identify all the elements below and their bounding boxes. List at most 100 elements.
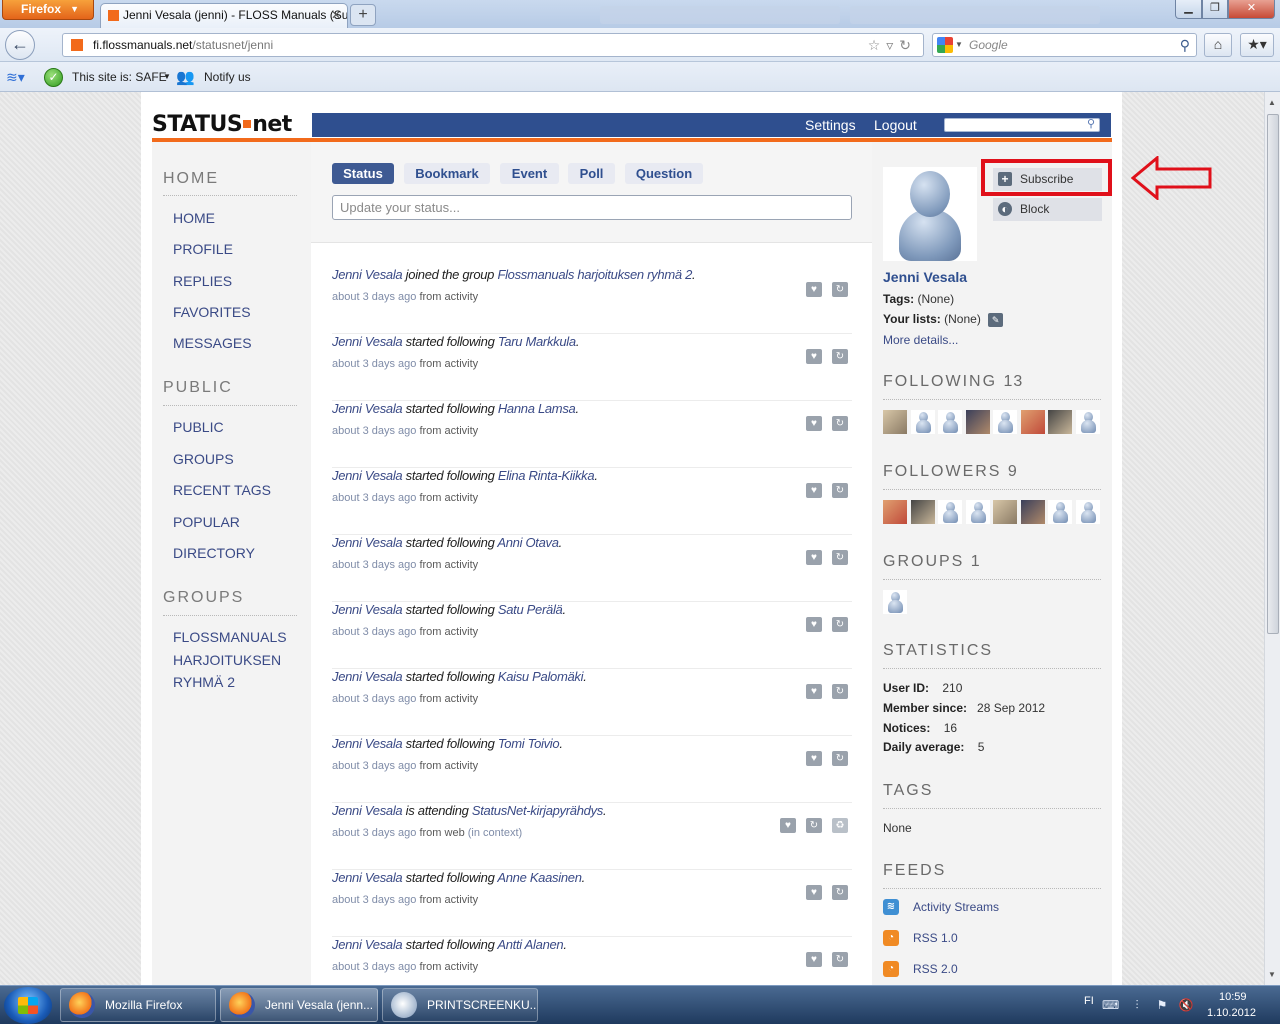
clock-time[interactable]: 10:59: [1219, 991, 1247, 1003]
taskbar-item-firefox[interactable]: Mozilla Firefox: [60, 988, 216, 1022]
google-icon[interactable]: [937, 37, 953, 53]
chevron-down-icon[interactable]: ▼: [163, 62, 171, 92]
feed-rss-2[interactable]: ◔ RSS 2.0: [883, 961, 958, 977]
notice-object-link[interactable]: Elina Rinta-Kiikka: [498, 468, 595, 483]
repeat-icon[interactable]: ↻: [806, 818, 822, 833]
nav-link-favorites[interactable]: FAVORITES: [173, 301, 251, 323]
member-avatar[interactable]: [1075, 410, 1100, 434]
search-icon[interactable]: ⚲: [1087, 117, 1095, 130]
feed-rss-1[interactable]: ◔ RSS 1.0: [883, 930, 958, 946]
notice-object-link[interactable]: Tomi Toivio: [498, 736, 560, 751]
notice-timestamp-link[interactable]: about 3 days ago: [332, 894, 416, 906]
nav-link-recent-tags[interactable]: RECENT TAGS: [173, 479, 271, 501]
favorite-heart-icon[interactable]: ♥: [806, 684, 822, 699]
taskbar-item-paint[interactable]: PRINTSCREENKU...: [382, 988, 538, 1022]
site-identity-icon[interactable]: [71, 39, 83, 51]
block-button[interactable]: ◐ Block: [993, 198, 1102, 221]
clock-date[interactable]: 1.10.2012: [1207, 1007, 1256, 1019]
home-button[interactable]: ⌂: [1204, 33, 1232, 57]
member-avatar[interactable]: [1048, 500, 1072, 524]
background-tab[interactable]: [600, 6, 840, 24]
settings-link[interactable]: Settings: [805, 113, 856, 137]
notice-actor-link[interactable]: Jenni Vesala: [332, 468, 403, 483]
member-avatar[interactable]: [938, 500, 962, 524]
site-search-input[interactable]: ⚲: [944, 118, 1100, 132]
notice-timestamp-link[interactable]: about 3 days ago: [332, 291, 416, 303]
member-avatar[interactable]: [1048, 410, 1072, 434]
member-avatar[interactable]: [1075, 500, 1100, 524]
repeat-icon[interactable]: ↻: [832, 952, 848, 967]
bookmark-star-reload-icons[interactable]: ☆▿↻: [868, 34, 917, 56]
network-icon[interactable]: ⫶: [1129, 998, 1145, 1012]
notice-timestamp-link[interactable]: about 3 days ago: [332, 760, 416, 772]
member-avatar[interactable]: [938, 410, 962, 434]
group-avatar[interactable]: [883, 590, 907, 614]
scrollbar-thumb[interactable]: [1267, 114, 1279, 634]
notice-object-link[interactable]: Anne Kaasinen: [497, 870, 582, 885]
bookmarks-button[interactable]: ★▾: [1240, 33, 1274, 57]
people-icon[interactable]: 👥: [176, 68, 198, 87]
member-avatar[interactable]: [910, 500, 935, 524]
new-tab-button[interactable]: +: [350, 4, 376, 26]
nav-link-directory[interactable]: DIRECTORY: [173, 542, 255, 564]
favorite-heart-icon[interactable]: ♥: [806, 282, 822, 297]
member-avatar[interactable]: [883, 410, 907, 434]
nav-link-groups[interactable]: GROUPS: [173, 448, 234, 470]
notice-actor-link[interactable]: Jenni Vesala: [332, 803, 403, 818]
start-button[interactable]: [4, 987, 52, 1024]
logout-link[interactable]: Logout: [874, 113, 917, 137]
nav-link-messages[interactable]: MESSAGES: [173, 332, 252, 354]
nav-link-replies[interactable]: REPLIES: [173, 270, 232, 292]
repeat-icon[interactable]: ↻: [832, 684, 848, 699]
favorite-heart-icon[interactable]: ♥: [806, 751, 822, 766]
nav-link-home[interactable]: HOME: [173, 207, 215, 229]
notice-object-link[interactable]: Satu Perälä: [498, 602, 563, 617]
chevron-down-icon[interactable]: ▼: [955, 34, 963, 56]
nav-link-public[interactable]: PUBLIC: [173, 416, 224, 438]
notice-actor-link[interactable]: Jenni Vesala: [332, 334, 403, 349]
notify-us-link[interactable]: Notify us: [204, 62, 251, 92]
nav-link-popular[interactable]: POPULAR: [173, 511, 240, 533]
notice-object-link[interactable]: Kaisu Palomäki: [498, 669, 584, 684]
maximize-button[interactable]: ❐: [1202, 0, 1228, 19]
notice-object-link[interactable]: StatusNet-kirjapyrähdys: [472, 803, 603, 818]
repeat-icon[interactable]: ↻: [832, 885, 848, 900]
notice-actor-link[interactable]: Jenni Vesala: [332, 669, 403, 684]
avatar[interactable]: [883, 167, 977, 261]
notice-timestamp-link[interactable]: about 3 days ago: [332, 559, 416, 571]
nav-link-group[interactable]: HARJOITUKSEN: [173, 649, 281, 671]
check-icon[interactable]: ✓: [44, 68, 63, 87]
back-button[interactable]: ←: [5, 30, 35, 60]
favorite-heart-icon[interactable]: ♥: [806, 885, 822, 900]
notice-timestamp-link[interactable]: about 3 days ago: [332, 626, 416, 638]
member-avatar[interactable]: [965, 410, 990, 434]
notice-actor-link[interactable]: Jenni Vesala: [332, 535, 403, 550]
minimize-button[interactable]: ▁: [1175, 0, 1202, 19]
site-safety-label[interactable]: This site is: SAFE: [72, 62, 167, 92]
page-scrollbar[interactable]: ▲ ▼: [1264, 92, 1280, 985]
member-avatar[interactable]: [910, 410, 935, 434]
background-tab[interactable]: [850, 6, 1100, 24]
notice-timestamp-link[interactable]: about 3 days ago: [332, 827, 416, 839]
member-avatar[interactable]: [1020, 410, 1045, 434]
favorite-heart-icon[interactable]: ♥: [806, 617, 822, 632]
favorite-heart-icon[interactable]: ♥: [806, 416, 822, 431]
groups-heading[interactable]: GROUPS 1: [883, 553, 981, 571]
close-window-button[interactable]: ✕: [1228, 0, 1275, 19]
notice-object-link[interactable]: Hanna Lamsa: [498, 401, 576, 416]
volume-muted-icon[interactable]: 🔇: [1178, 998, 1194, 1012]
member-avatar[interactable]: [1020, 500, 1045, 524]
statusnet-logo[interactable]: STATUS net: [152, 111, 292, 139]
tab-active[interactable]: Jenni Vesala (jenni) - FLOSS Manuals (Su…: [100, 3, 348, 28]
profile-name[interactable]: Jenni Vesala: [883, 269, 967, 285]
nav-link-profile[interactable]: PROFILE: [173, 238, 233, 260]
notice-timestamp-link[interactable]: about 3 days ago: [332, 961, 416, 973]
repeat-icon[interactable]: ↻: [832, 617, 848, 632]
member-avatar[interactable]: [993, 410, 1017, 434]
tab-poll[interactable]: Poll: [568, 163, 615, 184]
notice-context-link[interactable]: (in context): [468, 827, 522, 839]
feed-activity-streams[interactable]: ≋ Activity Streams: [883, 899, 999, 915]
favorite-heart-icon[interactable]: ♥: [806, 550, 822, 565]
scroll-down-icon[interactable]: ▼: [1268, 970, 1276, 979]
more-details-link[interactable]: More details...: [883, 333, 958, 347]
